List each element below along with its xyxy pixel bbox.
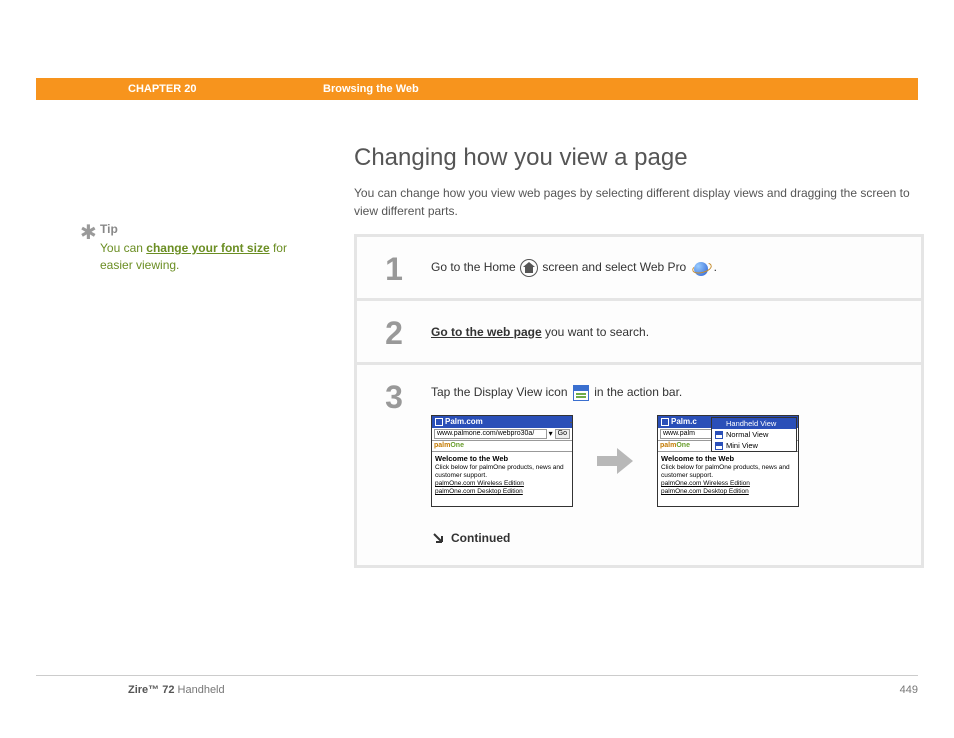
mini-content: Welcome to the Web Click below for palmO… [432, 452, 572, 498]
chapter-label: CHAPTER 20 [128, 83, 323, 95]
step-2: 2 Go to the web page you want to search. [357, 301, 921, 365]
mini-link-wireless: palmOne.com Wireless Edition [435, 480, 569, 488]
chapter-header: CHAPTER 20 Browsing the Web [36, 78, 918, 100]
mini-desc: Click below for palmOne products, news a… [661, 464, 795, 479]
asterisk-icon: ✱ [80, 220, 97, 245]
change-font-size-link[interactable]: change your font size [146, 241, 269, 255]
product-rest: Handheld [174, 684, 224, 696]
step-2-body: Go to the web page you want to search. [431, 315, 921, 349]
mini-address-bar: www.palmone.com/webpro30a/ ▾ Go [432, 428, 572, 441]
screenshot-before: Display View icon Palm.com www.palmone.c… [431, 415, 573, 507]
mini-logo: palmOne [434, 442, 464, 450]
mini-tabbar: palmOne [432, 441, 572, 452]
step-number: 3 [357, 375, 431, 416]
screenshot-after: Palm.c www.palm palmOne Welcome to the W… [657, 415, 799, 507]
mini-link-desktop: palmOne.com Desktop Edition [435, 488, 569, 496]
product-name: Zire™ 72 Handheld [128, 684, 225, 696]
main-content: Changing how you view a page You can cha… [354, 144, 924, 568]
dropdown-item-handheld: Handheld View [712, 418, 796, 429]
step-number: 1 [357, 247, 431, 288]
mini-go-button: Go [555, 429, 570, 439]
dropdown-item-normal: Normal View [712, 429, 796, 440]
arrow-right-icon [591, 441, 639, 481]
step-2-rest: you want to search. [542, 325, 649, 339]
step-3-body: Tap the Display View icon in the action … [431, 375, 921, 555]
step-number: 2 [357, 311, 431, 352]
mini-url: www.palmone.com/webpro30a/ [434, 429, 547, 439]
display-view-dropdown: Handheld View Normal View Mini View [711, 417, 797, 452]
mini-content: Welcome to the Web Click below for palmO… [658, 452, 798, 498]
step-1-text-a: Go to the Home [431, 260, 519, 274]
step-1-text-c: . [714, 260, 717, 274]
mini-title-text: Palm.com [445, 417, 483, 427]
step-1: 1 Go to the Home screen and select Web P… [357, 237, 921, 301]
webpro-icon [692, 259, 712, 277]
step-3: 3 Tap the Display View icon in the actio… [357, 365, 921, 565]
mini-desc: Click below for palmOne products, news a… [435, 464, 569, 479]
go-to-web-page-link[interactable]: Go to the web page [431, 325, 542, 339]
intro-paragraph: You can change how you view web pages by… [354, 184, 924, 220]
step-3-text-b: in the action bar. [591, 385, 682, 399]
page-footer: Zire™ 72 Handheld 449 [36, 675, 918, 696]
continued-label: Continued [451, 529, 510, 547]
arrow-down-right-icon [431, 531, 445, 545]
chapter-title: Browsing the Web [323, 83, 419, 95]
mini-welcome: Welcome to the Web [661, 454, 795, 463]
product-bold: Zire™ 72 [128, 684, 174, 696]
page-number: 449 [900, 684, 918, 696]
mini-titlebar: Palm.com [432, 416, 572, 428]
tip-sidebar: ✱ Tip You can change your font size for … [100, 222, 320, 274]
step-3-text-a: Tap the Display View icon [431, 385, 571, 399]
home-icon [519, 258, 539, 277]
mini-logo: palmOne [660, 442, 690, 450]
mini-welcome: Welcome to the Web [435, 454, 569, 463]
continued-indicator: Continued [431, 529, 901, 547]
step-1-body: Go to the Home screen and select Web Pro… [431, 250, 921, 285]
mini-link-desktop: palmOne.com Desktop Edition [661, 488, 795, 496]
steps-container: 1 Go to the Home screen and select Web P… [354, 234, 924, 568]
tip-heading: Tip [100, 222, 320, 236]
screenshots-row: Display View icon Palm.com www.palmone.c… [431, 415, 901, 507]
mini-link-wireless: palmOne.com Wireless Edition [661, 480, 795, 488]
dropdown-item-mini: Mini View [712, 440, 796, 451]
page-heading: Changing how you view a page [354, 144, 924, 172]
step-1-text-b: screen and select Web Pro [539, 260, 690, 274]
mini-title-text: Palm.c [671, 417, 697, 427]
display-view-icon [573, 385, 589, 401]
tip-text-prefix: You can [100, 241, 146, 255]
tip-body: You can change your font size for easier… [100, 240, 320, 274]
